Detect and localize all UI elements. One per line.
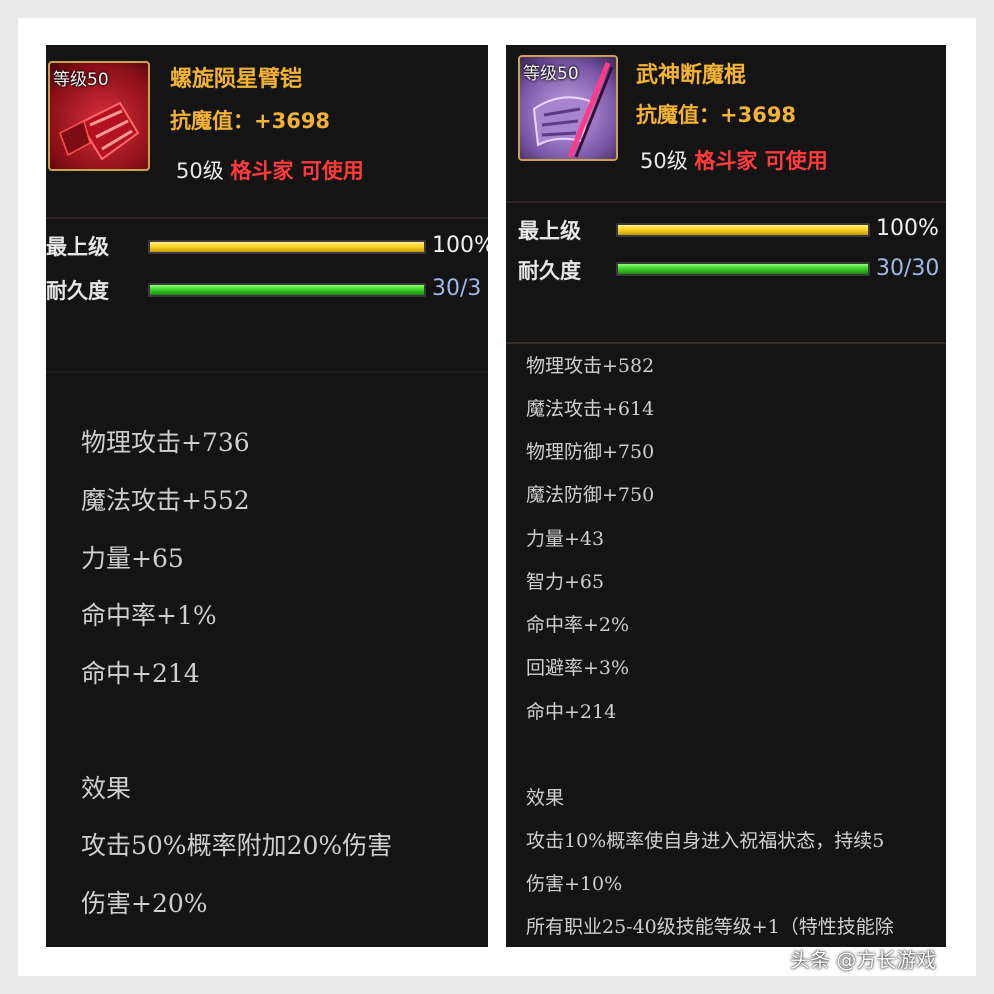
stat-line: 命中率+2% (526, 614, 630, 636)
item-resist-value: 抗魔值：+3698 (636, 103, 797, 127)
effect-line: 攻击50%概率附加20%伤害 (81, 831, 393, 860)
effect-line: 伤害+20% (81, 889, 208, 918)
effect-title: 效果 (81, 774, 132, 803)
durability-label: 耐久度 (46, 279, 109, 303)
grade-label: 最上级 (46, 235, 109, 259)
stat-line: 力量+65 (81, 544, 184, 573)
required-level: 50级 (176, 159, 224, 183)
divider (506, 201, 946, 203)
divider (506, 342, 946, 344)
item-resist-value: 抗魔值：+3698 (170, 109, 331, 133)
required-class: 格斗家 可使用 (230, 159, 364, 183)
stat-line: 命中+214 (526, 701, 617, 723)
divider (46, 371, 488, 373)
item-level-tag: 等级50 (523, 64, 579, 84)
durability-value: 30/3 (432, 276, 482, 301)
effect-line: 伤害+10% (526, 873, 623, 895)
stat-line: 物理攻击+736 (81, 428, 250, 457)
grade-bar (148, 240, 426, 254)
effect-line: 所有职业25-40级技能等级+1（特性技能除 (526, 916, 894, 938)
stat-line: 魔法攻击+552 (81, 486, 250, 515)
stat-line: 命中+214 (81, 659, 200, 688)
grade-value: 100% (432, 233, 488, 258)
durability-bar-fill (150, 285, 424, 295)
durability-bar (616, 262, 870, 276)
grade-bar-fill (618, 225, 868, 235)
stat-line: 物理防御+750 (526, 441, 655, 463)
stat-line: 魔法防御+750 (526, 484, 655, 506)
durability-value: 30/30 (876, 256, 940, 281)
watermark: 头条 @方长游戏 (790, 948, 937, 972)
effect-line: 攻击10%概率使自身进入祝福状态，持续5 (526, 830, 885, 852)
item-name: 螺旋陨星臂铠 (170, 67, 303, 92)
item-icon-left: 等级50 (48, 61, 150, 171)
stat-line: 命中率+1% (81, 601, 217, 630)
required-class: 格斗家 可使用 (694, 149, 828, 173)
item-name: 武神断魔棍 (636, 63, 747, 88)
item-icon-right: 等级50 (518, 55, 618, 161)
grade-value: 100% (876, 216, 939, 241)
durability-label: 耐久度 (518, 259, 581, 283)
required-level: 50级 (640, 149, 688, 173)
item-requirement: 50级 格斗家 可使用 (176, 155, 364, 185)
stat-line: 智力+65 (526, 571, 605, 593)
stat-line: 物理攻击+582 (526, 355, 655, 377)
stat-line: 回避率+3% (526, 657, 630, 679)
effect-title: 效果 (526, 787, 565, 809)
divider (46, 217, 488, 219)
grade-bar-fill (150, 242, 424, 252)
durability-bar (148, 283, 426, 297)
item-level-tag: 等级50 (53, 70, 109, 90)
stat-line: 力量+43 (526, 528, 605, 550)
item-tooltip-right: 等级50 武神断魔棍 抗魔值：+3698 50级 格斗家 可使用 最上级 100… (506, 45, 946, 947)
grade-bar (616, 223, 870, 237)
grade-label: 最上级 (518, 219, 581, 243)
item-tooltip-left: 等级50 螺旋陨星臂铠 抗魔值：+3698 50级 格斗家 可使用 最上级 10… (46, 45, 488, 947)
durability-bar-fill (618, 264, 868, 274)
item-requirement: 50级 格斗家 可使用 (640, 145, 828, 175)
stat-line: 魔法攻击+614 (526, 398, 655, 420)
